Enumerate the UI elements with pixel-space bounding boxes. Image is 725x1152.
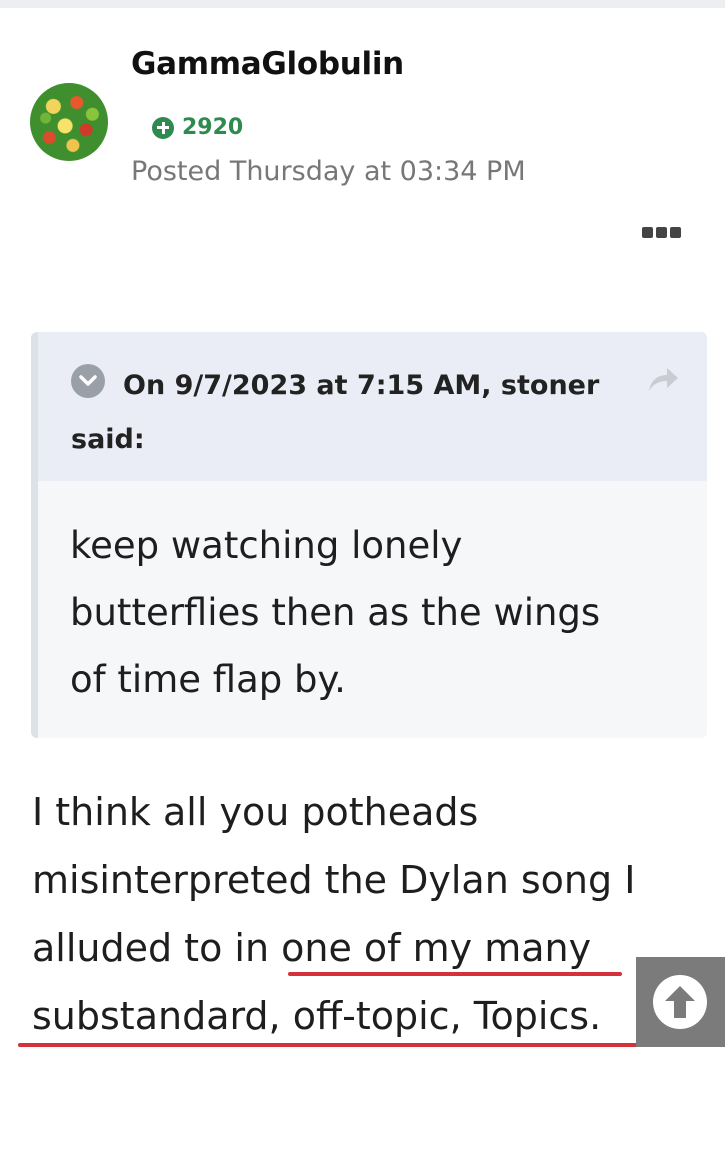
quote-line: butterflies then as the wings — [70, 591, 601, 634]
arrow-up-circle-icon — [653, 975, 707, 1029]
reputation-badge: 2920 — [152, 115, 243, 140]
quote-line: keep watching lonely — [70, 524, 463, 567]
quote-line: of time flap by. — [70, 658, 346, 701]
author-name[interactable]: GammaGlobulin — [131, 46, 404, 82]
red-underline-annotation — [18, 1043, 640, 1047]
quote-citation: On 9/7/2023 at 7:15 AM, stoner said: — [71, 370, 600, 455]
post-line: substandard, off-topic, Topics. — [32, 994, 602, 1038]
red-underline-annotation — [288, 972, 622, 976]
post-timestamp[interactable]: Posted Thursday at 03:34 PM — [131, 156, 526, 187]
chevron-down-icon[interactable] — [71, 364, 105, 398]
post-line: misinterpreted the Dylan song I — [32, 858, 636, 902]
top-bar — [0, 0, 725, 8]
ellipsis-icon[interactable] — [642, 224, 686, 240]
quote-text: keep watching lonely butterflies then as… — [70, 512, 680, 713]
plus-circle-icon — [152, 116, 174, 139]
post-line: I think all you potheads — [32, 790, 479, 834]
share-arrow-icon[interactable] — [645, 365, 681, 395]
avatar[interactable] — [30, 83, 108, 161]
post-text: I think all you potheads misinterpreted … — [32, 778, 662, 1050]
quote-block: On 9/7/2023 at 7:15 AM, stoner said: kee… — [31, 332, 707, 738]
scroll-to-top-button[interactable] — [636, 957, 725, 1047]
reputation-count: 2920 — [182, 115, 244, 140]
